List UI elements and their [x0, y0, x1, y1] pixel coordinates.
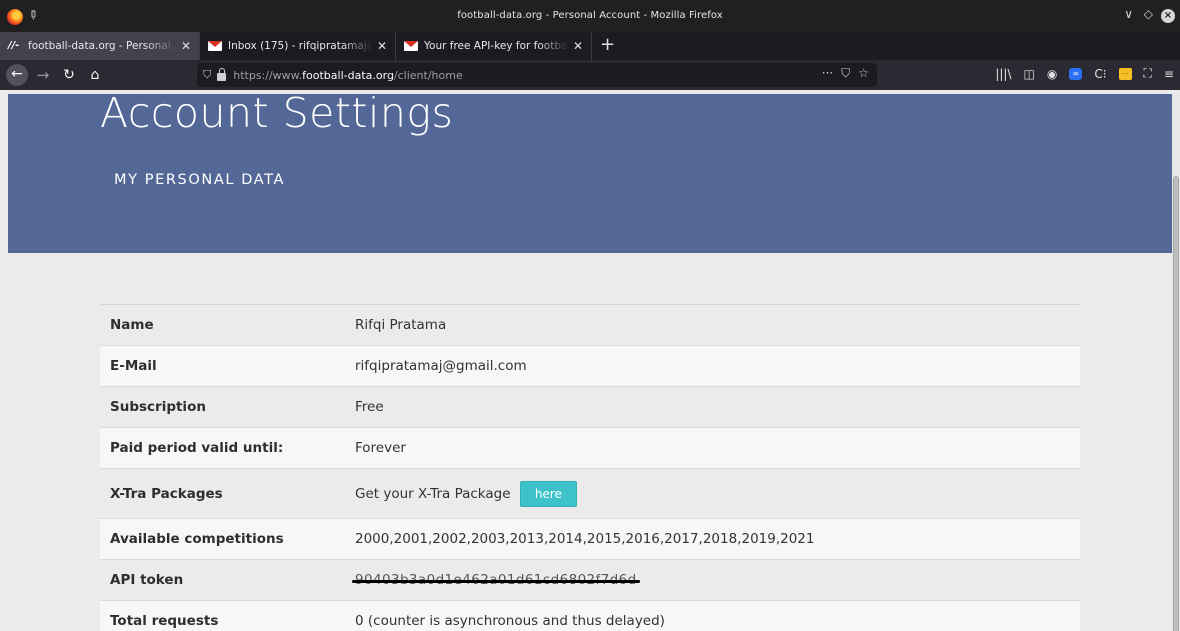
page-subtitle: MY PERSONAL DATA: [114, 172, 285, 188]
table-row: Paid period valid until: Forever: [100, 428, 1080, 469]
tab-close-icon[interactable]: ✕: [377, 39, 387, 53]
redaction-line: [352, 580, 640, 583]
account-icon[interactable]: ◉: [1047, 67, 1057, 81]
row-label: Subscription: [110, 399, 206, 415]
row-label: Available competitions: [110, 531, 284, 547]
home-icon[interactable]: ⌂: [84, 67, 106, 83]
lock-icon[interactable]: [217, 67, 227, 81]
extension-blue-icon[interactable]: ∞: [1069, 67, 1083, 80]
tab-close-icon[interactable]: ✕: [573, 39, 583, 53]
row-value: rifqipratamaj@gmail.com: [355, 358, 527, 374]
url-actions: ··· ⛉ ☆: [822, 66, 869, 81]
page-actions-icon[interactable]: ···: [822, 66, 833, 81]
gmail-favicon-icon: [404, 41, 418, 51]
table-row: Subscription Free: [100, 387, 1080, 428]
row-label: E-Mail: [110, 358, 157, 374]
forward-icon[interactable]: →: [32, 66, 54, 84]
page-title: Account Settings: [100, 94, 454, 137]
minimize-icon[interactable]: ∨: [1124, 7, 1133, 21]
extension-code-icon[interactable]: C⁝: [1094, 67, 1106, 81]
menu-icon[interactable]: ≡: [1164, 67, 1174, 81]
library-icon[interactable]: |||\: [995, 67, 1011, 81]
row-value: Forever: [355, 440, 406, 456]
xtra-package-text: Get your X-Tra Package: [355, 485, 511, 502]
bookmark-star-icon[interactable]: ☆: [858, 66, 869, 81]
maximize-icon[interactable]: ◇: [1144, 7, 1153, 21]
new-tab-icon[interactable]: +: [592, 32, 623, 60]
api-token: 90403b3a0d1e462a01d61cd6802f7d6d: [352, 572, 640, 588]
row-label: X-Tra Packages: [110, 485, 223, 502]
close-window-icon[interactable]: ×: [1161, 9, 1175, 23]
table-row: Available competitions 2000,2001,2002,20…: [100, 519, 1080, 560]
row-label: Total requests: [110, 613, 219, 629]
url-prefix: https://www.: [233, 68, 303, 82]
tab-label: Inbox (175) - rifqipratamaj@gmail.com: [228, 40, 373, 52]
extensions-puzzle-icon[interactable]: ⛶: [1144, 66, 1152, 81]
url-path: /client/home: [393, 68, 463, 82]
table-row: API token 90403b3a0d1e462a01d61cd6802f7d…: [100, 560, 1080, 601]
back-icon[interactable]: ←: [6, 64, 28, 86]
tab-label: football-data.org - Personal Account: [28, 40, 177, 52]
row-label: Name: [110, 317, 154, 333]
row-value: 2000,2001,2002,2003,2013,2014,2015,2016,…: [355, 531, 815, 547]
window-title-bar: ✎ football-data.org - Personal Account -…: [0, 0, 1180, 36]
row-value: 90403b3a0d1e462a01d61cd6802f7d6d: [346, 572, 1080, 588]
row-label: API token: [110, 572, 184, 588]
football-data-favicon-icon: //-: [8, 40, 20, 51]
page-scrollbar[interactable]: [1172, 94, 1180, 631]
row-value: Get your X-Tra Package here: [346, 480, 1080, 507]
sidebar-icon[interactable]: ◫: [1024, 67, 1035, 81]
url-text[interactable]: https://www.football-data.org/client/hom…: [233, 69, 462, 82]
reload-icon[interactable]: ↻: [58, 67, 80, 83]
tab-close-icon[interactable]: ✕: [181, 39, 191, 53]
scrollbar-thumb[interactable]: [1173, 176, 1179, 631]
extension-notes-icon[interactable]: ···: [1118, 67, 1132, 80]
tab-football-data[interactable]: //- football-data.org - Personal Account…: [0, 32, 200, 60]
tab-label: Your free API-key for football-data.org: [424, 40, 569, 52]
tab-strip: //- football-data.org - Personal Account…: [0, 32, 1180, 60]
table-row: E-Mail rifqipratamaj@gmail.com: [100, 346, 1080, 387]
table-row: Name Rifqi Pratama: [100, 305, 1080, 346]
hero-banner: Account Settings MY PERSONAL DATA: [8, 94, 1172, 253]
tab-gmail-inbox[interactable]: Inbox (175) - rifqipratamaj@gmail.com ✕: [200, 32, 396, 60]
row-value: 0 (counter is asynchronous and thus dela…: [355, 613, 665, 629]
tracking-shield-icon[interactable]: ⛉: [203, 68, 211, 82]
url-bar[interactable]: ⛉ https://www.football-data.org/client/h…: [197, 63, 877, 87]
xtra-package-here-button[interactable]: here: [519, 480, 577, 507]
page-viewport: Account Settings MY PERSONAL DATA Name R…: [0, 94, 1180, 631]
gmail-favicon-icon: [208, 41, 222, 51]
table-row: X-Tra Packages Get your X-Tra Package he…: [100, 469, 1080, 519]
personal-data-table: Name Rifqi Pratama E-Mail rifqipratamaj@…: [100, 304, 1080, 631]
toolbar-icons: |||\ ◫ ◉ ∞ C⁝ ··· ⛶ ≡: [995, 66, 1174, 81]
tab-gmail-api-key[interactable]: Your free API-key for football-data.org …: [396, 32, 592, 60]
row-value: Free: [355, 399, 384, 415]
pocket-save-icon[interactable]: ⛉: [841, 66, 850, 81]
navigation-bar: ← → ↻ ⌂ ⛉ https://www.football-data.org/…: [0, 60, 1180, 90]
window-title: football-data.org - Personal Account - M…: [457, 10, 723, 21]
row-value: Rifqi Pratama: [355, 317, 447, 333]
table-row: Total requests 0 (counter is asynchronou…: [100, 601, 1080, 631]
row-label: Paid period valid until:: [110, 440, 284, 456]
url-host: football-data.org: [302, 68, 394, 82]
